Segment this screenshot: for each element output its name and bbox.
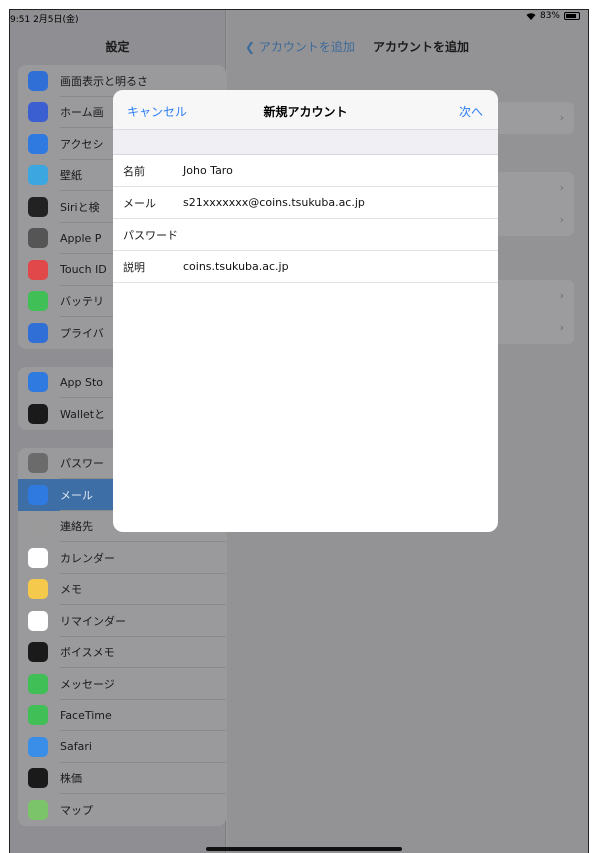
sidebar-item-label: Apple P [60, 231, 102, 245]
chevron-right-icon: › [559, 213, 564, 226]
display-brightness-icon [28, 70, 48, 91]
sidebar-item-label: 連絡先 [60, 520, 93, 534]
sidebar-item-label: アクセシ [60, 137, 104, 151]
sheet-header: キャンセル 新規アカウント 次へ [113, 90, 498, 130]
email-field-value[interactable]: s21xxxxxxx@coins.tsukuba.ac.jp [183, 196, 498, 209]
name-field-value[interactable]: Joho Taro [183, 164, 498, 177]
siri-icon [28, 196, 48, 217]
sidebar-item-label: 株価 [60, 772, 82, 786]
sidebar-item-label: リマインダー [60, 614, 126, 628]
mail-icon [28, 484, 48, 505]
sidebar-title: 設定 [105, 40, 130, 54]
sidebar-item-label: 画面表示と明るさ [60, 74, 148, 88]
page-title: アカウントを追加 [373, 40, 470, 54]
sidebar-item[interactable]: カレンダー [18, 542, 226, 574]
sidebar-item[interactable]: 株価 [18, 763, 226, 795]
sidebar-item-label: マップ [60, 803, 93, 817]
stocks-icon [28, 768, 48, 789]
notes-icon [28, 579, 48, 600]
sidebar-item-label: メール [60, 488, 93, 502]
sidebar-item-label: カレンダー [60, 551, 115, 565]
chevron-left-icon: ❮ [245, 40, 256, 54]
new-account-sheet: キャンセル 新規アカウント 次へ 名前 Joho Taro メール s21xxx… [113, 90, 498, 532]
home-indicator[interactable] [206, 847, 402, 851]
chevron-right-icon: › [559, 321, 564, 334]
battery-icon [564, 12, 580, 20]
facetime-icon [28, 705, 48, 726]
safari-icon [28, 736, 48, 757]
description-field-value[interactable]: coins.tsukuba.ac.jp [183, 260, 498, 273]
battery-icon [28, 291, 48, 312]
sheet-title: 新規アカウント [263, 105, 348, 119]
sidebar-item[interactable]: ボイスメモ [18, 637, 226, 669]
voice-memos-icon [28, 642, 48, 663]
apple-pencil-icon [28, 228, 48, 249]
sidebar-item-label: プライバ [60, 326, 104, 340]
section-spacer [113, 130, 498, 155]
app-store-icon [28, 372, 48, 393]
name-field-label: 名前 [123, 164, 145, 178]
touch-id-icon [28, 259, 48, 280]
sidebar-item[interactable]: マップ [18, 794, 226, 826]
sidebar-item-label: Safari [60, 740, 92, 754]
wallet-icon [28, 403, 48, 424]
back-button-label: アカウントを追加 [258, 40, 355, 54]
battery-percent: 83% [539, 11, 560, 21]
sidebar-item-label: Walletと [60, 407, 106, 421]
name-field[interactable]: 名前 Joho Taro [113, 155, 498, 187]
key-icon [28, 453, 48, 474]
sidebar-item-label: バッテリ [60, 295, 104, 309]
description-field-label: 説明 [123, 260, 145, 274]
sidebar-item-label: ボイスメモ [60, 646, 115, 660]
ipad-screen: 9:51 2月5日(金) 83% 設定 画面表示と明るさ ホーム画アクセシ壁紙 Si… [9, 9, 589, 853]
accessibility-icon [28, 133, 48, 154]
messages-icon [28, 673, 48, 694]
wifi-icon [526, 13, 536, 20]
sidebar-item-label: 壁紙 [60, 169, 82, 183]
sidebar-item-label: パスワー [60, 457, 104, 471]
sidebar-item[interactable]: リマインダー [18, 605, 226, 637]
sidebar-item-label: メッセージ [60, 677, 115, 691]
chevron-right-icon: › [559, 181, 564, 194]
back-button[interactable]: ❮ アカウントを追加 [245, 38, 355, 55]
maps-icon [28, 799, 48, 820]
status-time: 9:51 2月5日(金) [10, 15, 79, 25]
status-bar: 9:51 2月5日(金) 83% [10, 10, 588, 32]
home-screen-icon [28, 102, 48, 123]
sidebar-item-label: App Sto [60, 375, 104, 389]
sidebar-item-label: Touch ID [60, 263, 107, 277]
description-field[interactable]: 説明 coins.tsukuba.ac.jp [113, 251, 498, 283]
wallpaper-icon [28, 165, 48, 186]
sidebar-item-label: メモ [60, 583, 82, 597]
sidebar-item[interactable]: Safari [18, 731, 226, 763]
sidebar-item[interactable]: メモ [18, 574, 226, 606]
contacts-icon [28, 516, 48, 537]
chevron-right-icon: › [559, 111, 564, 124]
calendar-icon [28, 547, 48, 568]
sidebar-item-label: FaceTime [60, 708, 112, 722]
status-right: 83% [526, 11, 580, 21]
reminders-icon [28, 610, 48, 631]
sidebar-item[interactable]: FaceTime [18, 700, 226, 732]
sidebar-item-label: ホーム画 [60, 106, 104, 120]
sidebar-item-label: Siriと検 [60, 200, 100, 214]
password-field[interactable]: パスワード [113, 219, 498, 251]
sidebar-item[interactable]: メッセージ [18, 668, 226, 700]
email-field-label: メール [123, 196, 156, 210]
privacy-hand-icon [28, 322, 48, 343]
next-button[interactable]: 次へ [459, 103, 483, 120]
password-field-label: パスワード [123, 228, 178, 242]
email-field[interactable]: メール s21xxxxxxx@coins.tsukuba.ac.jp [113, 187, 498, 219]
chevron-right-icon: › [559, 289, 564, 302]
